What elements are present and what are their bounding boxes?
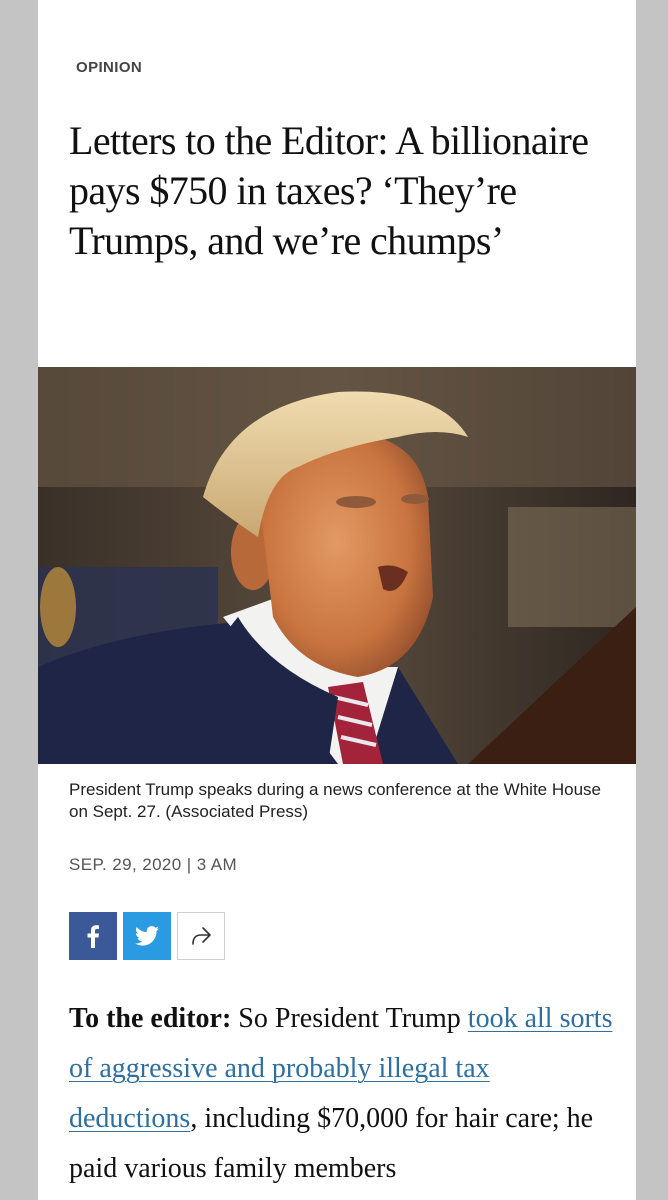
facebook-icon bbox=[87, 925, 99, 948]
share-arrow-icon bbox=[192, 927, 211, 945]
twitter-icon bbox=[135, 926, 159, 946]
share-bar bbox=[69, 912, 225, 960]
article-body-paragraph: To the editor: So President Trump took a… bbox=[69, 994, 619, 1194]
photo-caption: President Trump speaks during a news con… bbox=[69, 780, 602, 821]
article-page: OPINION Letters to the Editor: A billion… bbox=[38, 0, 636, 1200]
section-label[interactable]: OPINION bbox=[76, 59, 142, 76]
body-text-start: So President Trump bbox=[231, 1003, 468, 1034]
article-dateline: SEP. 29, 2020 | 3 AM bbox=[69, 855, 238, 874]
article-photo bbox=[38, 367, 636, 764]
letter-salutation: To the editor: bbox=[69, 1003, 232, 1034]
twitter-share-button[interactable] bbox=[123, 912, 171, 960]
share-button[interactable] bbox=[177, 912, 225, 960]
facebook-share-button[interactable] bbox=[69, 912, 117, 960]
article-headline: Letters to the Editor: A billionaire pay… bbox=[69, 118, 589, 263]
